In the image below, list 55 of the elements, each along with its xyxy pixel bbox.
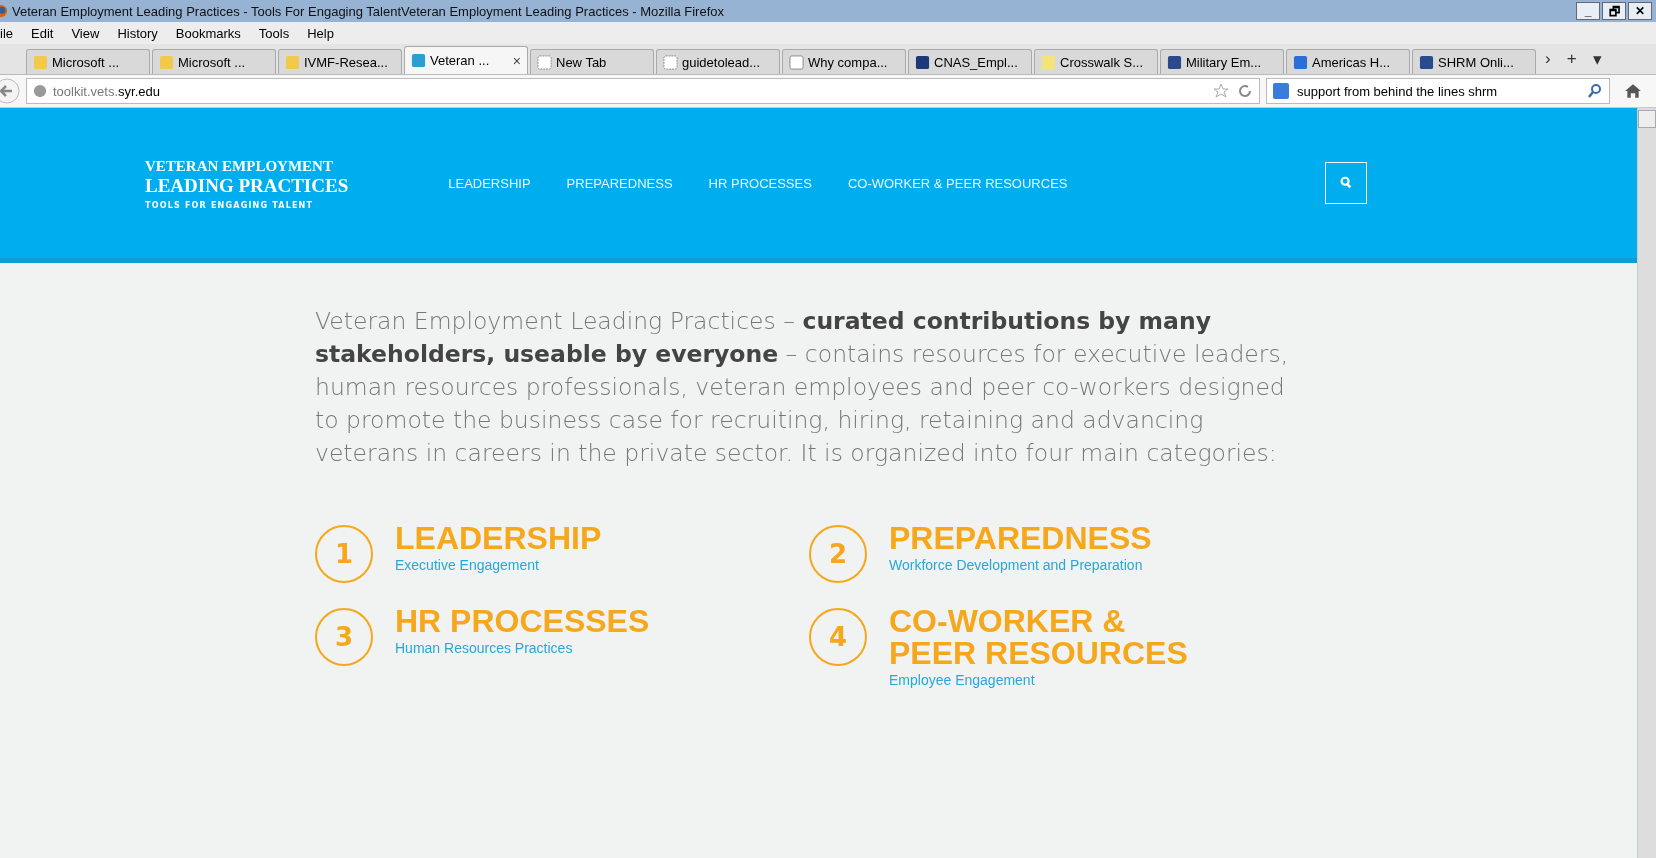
site-icon <box>1167 54 1182 70</box>
site-icon <box>789 54 804 70</box>
site-icon <box>1041 54 1056 70</box>
search-button[interactable] <box>1325 162 1367 204</box>
reload-icon[interactable] <box>1237 83 1253 99</box>
site-icon <box>411 53 426 68</box>
search-icon <box>1339 176 1353 190</box>
browser-tab[interactable]: Veteran ... × <box>404 46 528 74</box>
menu-item[interactable]: Help <box>307 25 334 41</box>
home-icon[interactable] <box>1624 82 1642 100</box>
menu-item[interactable]: ile <box>0 25 13 41</box>
browser-tab[interactable]: guidetolead... <box>656 49 780 74</box>
site-icon <box>285 54 300 70</box>
window-control-button[interactable]: _ <box>1576 2 1600 20</box>
site-icon <box>537 54 552 70</box>
browser-tab[interactable]: Why compa... <box>782 49 906 74</box>
category-subtitle: Executive Engagement <box>395 557 540 573</box>
site-icon <box>1419 54 1434 70</box>
intro-paragraph: Veteran Employment Leading Practices – curated contributions by many stakeholders, useable by everyone – contains resources for executive leaders, human resources professionals, veteran employees and peer co-workers designed to promote the business case for recruiting, hiring, retaining and advancing veterans in careers in the private sector. It is organized into four main categories: <box>315 306 1290 469</box>
site-icon <box>915 54 930 70</box>
site-icon <box>663 54 678 70</box>
menu-item[interactable]: History <box>117 25 158 41</box>
menu-item[interactable]: Tools <box>258 25 290 41</box>
site-icon <box>159 54 174 70</box>
site-icon <box>1293 54 1308 70</box>
search-icon[interactable] <box>1587 83 1603 99</box>
browser-tab[interactable]: IVMF-Resea... <box>278 49 402 74</box>
browser-tab[interactable]: CNAS_Empl... <box>908 49 1032 74</box>
tab-bar-button[interactable]: ▾ <box>1585 48 1609 70</box>
address-field[interactable]: toolkit.vets.syr.edu <box>26 78 1260 104</box>
browser-tab[interactable]: Microsoft ... <box>152 49 276 74</box>
globe-icon <box>33 84 47 98</box>
window-title: Veteran Employment Leading Practices - Tools For Engaging TalentVeteran Employment Leading Practices - Mozilla Firefox <box>12 3 724 19</box>
browser-tab[interactable]: SHRM Onli... <box>1412 49 1536 74</box>
close-tab-icon[interactable]: × <box>512 52 521 69</box>
search-field[interactable]: support from behind the lines shrm <box>1266 78 1610 104</box>
menu-item[interactable]: Bookmarks <box>175 25 241 41</box>
star-icon[interactable] <box>1213 83 1229 99</box>
browser-tab[interactable]: Military Em... <box>1160 49 1284 74</box>
site-icon <box>33 54 48 70</box>
window-control-button[interactable]: ✕ <box>1628 2 1652 20</box>
tab-bar-button[interactable]: › <box>1538 49 1558 69</box>
menu-item[interactable]: Edit <box>31 25 54 41</box>
category-subtitle: Human Resources Practices <box>395 640 574 656</box>
browser-tab[interactable]: Crosswalk S... <box>1034 49 1158 74</box>
browser-tab[interactable]: Americas H... <box>1286 49 1410 74</box>
tab-bar-button[interactable]: + <box>1559 49 1584 69</box>
browser-tab[interactable]: New Tab <box>530 49 654 74</box>
category-subtitle: Workforce Development and Preparation <box>889 557 1144 573</box>
back-icon[interactable] <box>0 78 20 104</box>
window-control-button[interactable]: 🗗 <box>1602 2 1626 20</box>
browser-tab[interactable]: Microsoft ... <box>26 49 150 74</box>
category-subtitle: Employee Engagement <box>889 672 1036 688</box>
scrollbar[interactable] <box>1637 108 1656 858</box>
menu-item[interactable]: View <box>71 25 100 41</box>
